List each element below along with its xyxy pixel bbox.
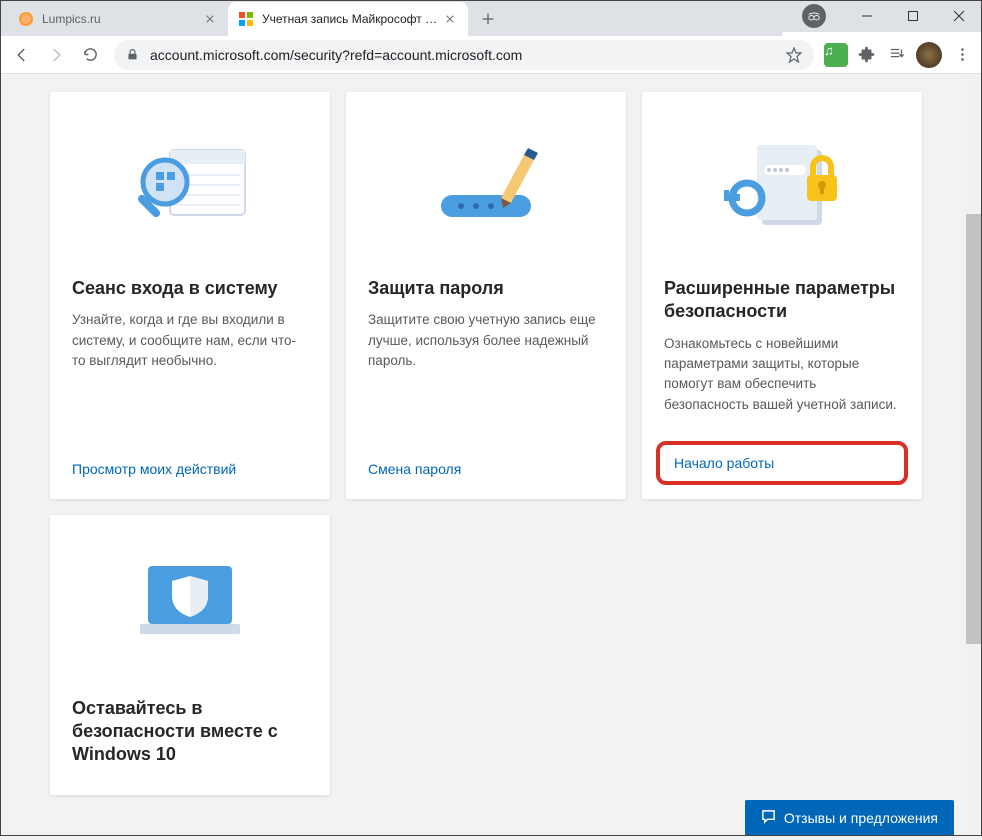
scrollbar-thumb[interactable] <box>966 214 982 644</box>
forward-button[interactable] <box>40 39 72 71</box>
window-close-button[interactable] <box>936 0 982 32</box>
back-button[interactable] <box>6 39 38 71</box>
highlighted-cta: Начало работы <box>656 441 908 485</box>
incognito-icon <box>802 4 826 28</box>
reading-list-button[interactable] <box>882 41 910 69</box>
tab-strip: Lumpics.ru Учетная запись Майкрософт | S <box>0 0 782 36</box>
url-text: account.microsoft.com/security?refd=acco… <box>150 47 786 63</box>
tab-title: Lumpics.ru <box>42 12 198 26</box>
card-password-protection: Защита пароля Защитите свою учетную запи… <box>346 92 626 499</box>
favicon-microsoft-icon <box>238 11 254 27</box>
card-description: Узнайте, когда и где вы входили в систем… <box>72 310 308 371</box>
card-illustration-magnifier-icon <box>50 92 330 277</box>
security-cards: Сеанс входа в систему Узнайте, когда и г… <box>50 74 932 795</box>
card-description: Ознакомьтесь с новейшими параметрами защ… <box>664 334 900 415</box>
extensions-button[interactable] <box>852 41 880 69</box>
card-advanced-security: Расширенные параметры безопасности Ознак… <box>642 92 922 499</box>
lock-icon <box>126 48 140 62</box>
tab-close-button[interactable] <box>202 11 218 27</box>
browser-toolbar: account.microsoft.com/security?refd=acco… <box>0 36 982 74</box>
tab-close-button[interactable] <box>442 11 458 27</box>
card-illustration-laptop-shield-icon <box>50 515 330 697</box>
address-bar[interactable]: account.microsoft.com/security?refd=acco… <box>114 40 814 70</box>
card-title: Сеанс входа в систему <box>72 277 308 300</box>
card-signin-activity: Сеанс входа в систему Узнайте, когда и г… <box>50 92 330 499</box>
card-title: Защита пароля <box>368 277 604 300</box>
scrollbar-track[interactable] <box>966 74 982 840</box>
extension-music-button[interactable]: ♫ <box>822 41 850 69</box>
new-tab-button[interactable] <box>474 5 502 33</box>
get-started-link[interactable]: Начало работы <box>674 455 890 471</box>
window-minimize-button[interactable] <box>844 0 890 32</box>
window-maximize-button[interactable] <box>890 0 936 32</box>
tab-title: Учетная запись Майкрософт | S <box>262 12 438 26</box>
incognito-indicator <box>802 4 826 28</box>
feedback-label: Отзывы и предложения <box>784 810 938 826</box>
card-illustration-pen-icon <box>346 92 626 277</box>
browser-tab-lumpics[interactable]: Lumpics.ru <box>8 2 228 36</box>
bookmark-star-icon[interactable] <box>786 47 802 63</box>
card-title: Расширенные параметры безопасности <box>664 277 900 324</box>
menu-button[interactable] <box>948 41 976 69</box>
music-note-icon: ♫ <box>824 43 848 67</box>
favicon-lumpics-icon <box>18 11 34 27</box>
card-illustration-lock-key-icon <box>642 92 922 277</box>
browser-tab-microsoft-account[interactable]: Учетная запись Майкрософт | S <box>228 2 468 36</box>
feedback-button[interactable]: Отзывы и предложения <box>745 800 954 836</box>
card-windows10-safety: Оставайтесь в безопасности вместе с Wind… <box>50 515 330 795</box>
profile-avatar[interactable] <box>916 42 942 68</box>
speech-bubble-icon <box>761 809 776 827</box>
card-description: Защитите свою учетную запись еще лучше, … <box>368 310 604 371</box>
card-title: Оставайтесь в безопасности вместе с Wind… <box>72 697 308 767</box>
reload-button[interactable] <box>74 39 106 71</box>
change-password-link[interactable]: Смена пароля <box>368 461 461 477</box>
page-content: Сеанс входа в систему Узнайте, когда и г… <box>0 74 982 840</box>
view-activity-link[interactable]: Просмотр моих действий <box>72 461 236 477</box>
